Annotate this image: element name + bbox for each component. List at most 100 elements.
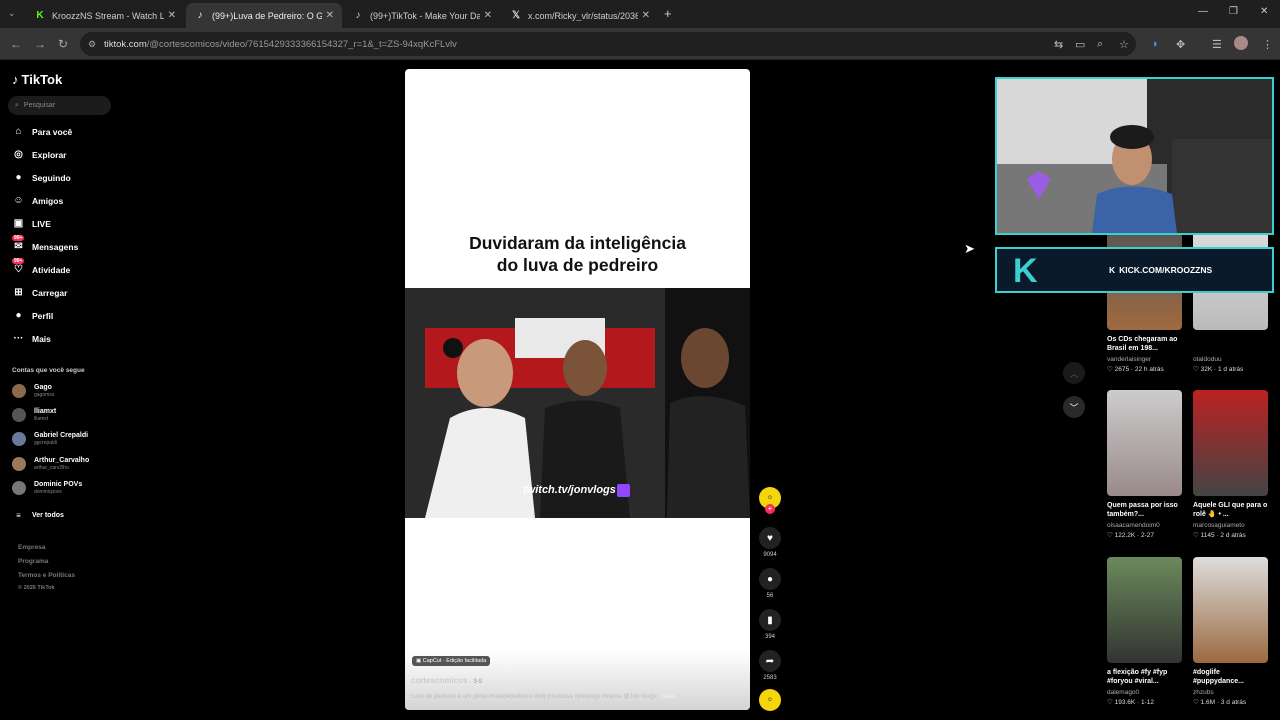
new-tab-button[interactable]: + <box>664 6 672 21</box>
footer-program[interactable]: Programa <box>18 558 48 565</box>
sidebar-item-amigos[interactable]: ☺ Amigos <box>12 194 63 207</box>
close-icon[interactable]: ✕ <box>168 10 176 21</box>
url-input[interactable]: ⚙ tiktok.com/@cortescomicos/video/761542… <box>80 32 1136 56</box>
site-info-icon[interactable]: ⚙ <box>88 39 96 50</box>
tiktok-logo-icon: ♪ <box>12 72 19 87</box>
related-video-card[interactable]: #doglife #puppydance... zhzubs ♡ 1.6M · 3 … <box>1193 557 1268 706</box>
sidebar-item-mais[interactable]: ··· Mais <box>12 332 51 345</box>
video-meta: ♡ 1145 · 2 d atrás <box>1193 532 1246 539</box>
following-account[interactable]: lliamxt lliamxt <box>12 408 56 422</box>
video-player[interactable]: Duvidaram da inteligência do luva de ped… <box>405 69 750 710</box>
close-icon[interactable]: ✕ <box>642 10 650 21</box>
tab-tiktok-video[interactable]: ♪ (99+)Luva de Pedreiro: O Gênio ✕ <box>186 3 342 28</box>
video-creator[interactable]: vanderlaisinger <box>1107 356 1182 363</box>
sidebar-item-seguindo[interactable]: ● Seguindo <box>12 171 70 184</box>
reload-icon[interactable]: ↻ <box>58 37 68 51</box>
share-button[interactable]: ➦ 2583 <box>758 650 782 681</box>
music-disc-icon: ☺ <box>759 689 781 711</box>
close-window-button[interactable]: ✕ <box>1260 6 1268 17</box>
extension-icon[interactable]: ◗ <box>1152 38 1159 50</box>
search-input[interactable]: ⌕ Pesquisar <box>8 96 111 115</box>
video-title: #doglife #puppydance... <box>1193 669 1244 685</box>
video-creator[interactable]: otaldoduu <box>1193 356 1268 363</box>
profile-avatar[interactable] <box>1234 36 1248 50</box>
following-account[interactable]: Dominic POVs dominicpovs <box>12 481 82 495</box>
sidepanel-icon[interactable]: ☰ <box>1212 38 1222 51</box>
back-icon[interactable]: ← <box>10 37 22 51</box>
like-button[interactable]: ♥ 9094 <box>758 527 782 558</box>
upload-icon: ⊞ <box>14 287 23 298</box>
video-author[interactable]: cortescomicos · 3-9 <box>411 676 482 685</box>
related-video-card[interactable]: Quem passa por isso também?... oisaacamen… <box>1107 390 1182 539</box>
video-thumbnail[interactable] <box>1193 390 1268 496</box>
restore-button[interactable]: ❐ <box>1229 6 1238 17</box>
video-title <box>1193 335 1268 353</box>
video-thumbnail[interactable] <box>1107 557 1182 663</box>
puzzle-icon[interactable]: ✥ <box>1176 38 1185 51</box>
more-link[interactable]: mais <box>662 694 676 700</box>
account-name: Dominic POVs <box>34 481 83 488</box>
sidebar-item-atividade[interactable]: ♡ 99+ Atividade <box>12 258 70 276</box>
search-icon: ⌕ <box>15 101 19 109</box>
comment-button[interactable]: ● 56 <box>758 568 782 599</box>
video-creator[interactable]: oisaacamendoim0 <box>1107 522 1182 529</box>
following-account[interactable]: Arthur_Carvalho arthur_carv2lho <box>12 457 89 471</box>
heart-icon: ♡ <box>1193 699 1201 706</box>
video-thumbnail[interactable] <box>1193 557 1268 663</box>
tab-search-icon[interactable]: ⌄ <box>8 8 16 19</box>
tab-kick[interactable]: K KroozzNS Stream - Watch Live ✕ <box>26 3 184 28</box>
following-account[interactable]: Gago gagomss <box>12 384 54 398</box>
close-icon[interactable]: ✕ <box>326 10 334 21</box>
account-info: Dominic POVs dominicpovs <box>34 481 82 495</box>
scroll-down-button[interactable]: ﹀ <box>1063 396 1085 418</box>
tiktok-logo[interactable]: ♪ TikTok <box>12 72 62 87</box>
follow-plus-icon[interactable]: + <box>765 504 775 514</box>
following-account[interactable]: Gabriel Crepaldi ggcrepaldi <box>12 432 88 446</box>
sidebar-item-live[interactable]: ▣ LIVE <box>12 217 51 230</box>
footer-terms[interactable]: Termos e Políticas <box>18 572 75 579</box>
sidebar-item-carregar[interactable]: ⊞ Carregar <box>12 286 67 299</box>
avatar <box>12 384 26 398</box>
bookmark-star-icon[interactable]: ☆ <box>1119 38 1129 51</box>
author-avatar[interactable]: ☺ + <box>758 487 782 514</box>
account-name: Arthur_Carvalho <box>34 457 90 464</box>
sidebar-item-perfil[interactable]: ● Perfil <box>12 309 53 322</box>
forward-icon[interactable]: → <box>34 37 46 51</box>
sidebar-item-para-voc-[interactable]: ⌂ Para você <box>12 125 72 138</box>
video-creator[interactable]: marcosaguiameto <box>1193 522 1268 529</box>
save-button[interactable]: ▮ 394 <box>758 609 782 640</box>
account-info: Gabriel Crepaldi ggcrepaldi <box>34 432 88 446</box>
sidebar-item-mensagens[interactable]: ✉ 99+ Mensagens <box>12 235 78 253</box>
minimize-button[interactable]: — <box>1198 6 1208 17</box>
video-caption-title: Duvidaram da inteligência do luva de ped… <box>469 233 686 275</box>
translate-icon[interactable]: ⇆ <box>1054 38 1063 51</box>
streamer-webcam <box>995 77 1274 235</box>
cast-icon[interactable]: ▭ <box>1075 38 1085 51</box>
tab-tiktok-home[interactable]: ♪ (99+)TikTok - Make Your Day ✕ <box>344 3 500 28</box>
capcut-badge[interactable]: ▣ CapCut · Edição facilitada <box>412 656 491 666</box>
video-creator[interactable]: zhzubs <box>1193 689 1268 696</box>
menu-icon[interactable]: ⋮ <box>1262 38 1273 51</box>
live-icon: ▣ <box>13 218 24 229</box>
account-name: Gago <box>34 384 52 391</box>
zoom-icon[interactable]: ⌕ <box>1097 38 1103 51</box>
related-video-card[interactable]: Aquele GLI que para o rolê 🤚 • ... marcos… <box>1193 390 1268 539</box>
account-username: arthur_carv2lho <box>34 465 69 471</box>
messages-icon: ✉ 99+ <box>12 235 25 252</box>
see-all-button[interactable]: ≡ Ver todos <box>12 509 64 522</box>
video-clip[interactable]: twitch.tv/jonvlogs <box>405 288 750 518</box>
video-meta: ♡ 193.6K · 1-12 <box>1107 699 1155 706</box>
music-disc[interactable]: ☺ <box>758 689 782 711</box>
heart-icon: ♡ <box>1107 366 1115 373</box>
close-icon[interactable]: ✕ <box>484 10 492 21</box>
scroll-up-button[interactable]: ︿ <box>1063 362 1085 384</box>
tab-x[interactable]: 𝕏 x.com/Ricky_vlr/status/203608 ✕ <box>502 3 658 28</box>
footer-company[interactable]: Empresa <box>18 544 45 551</box>
video-thumbnail[interactable] <box>1107 390 1182 496</box>
webcam-image <box>997 79 1272 233</box>
kick-url: K KICK.COM/KROOZZNS <box>1109 265 1213 275</box>
video-title: Aquele GLI que para o rolê 🤚 • ... <box>1193 502 1268 518</box>
sidebar-item-explorar[interactable]: ◎ Explorar <box>12 148 66 161</box>
related-video-card[interactable]: a flexição #fy #fyp #foryou #viral... dal… <box>1107 557 1182 706</box>
video-creator[interactable]: dalemago0 <box>1107 689 1182 696</box>
